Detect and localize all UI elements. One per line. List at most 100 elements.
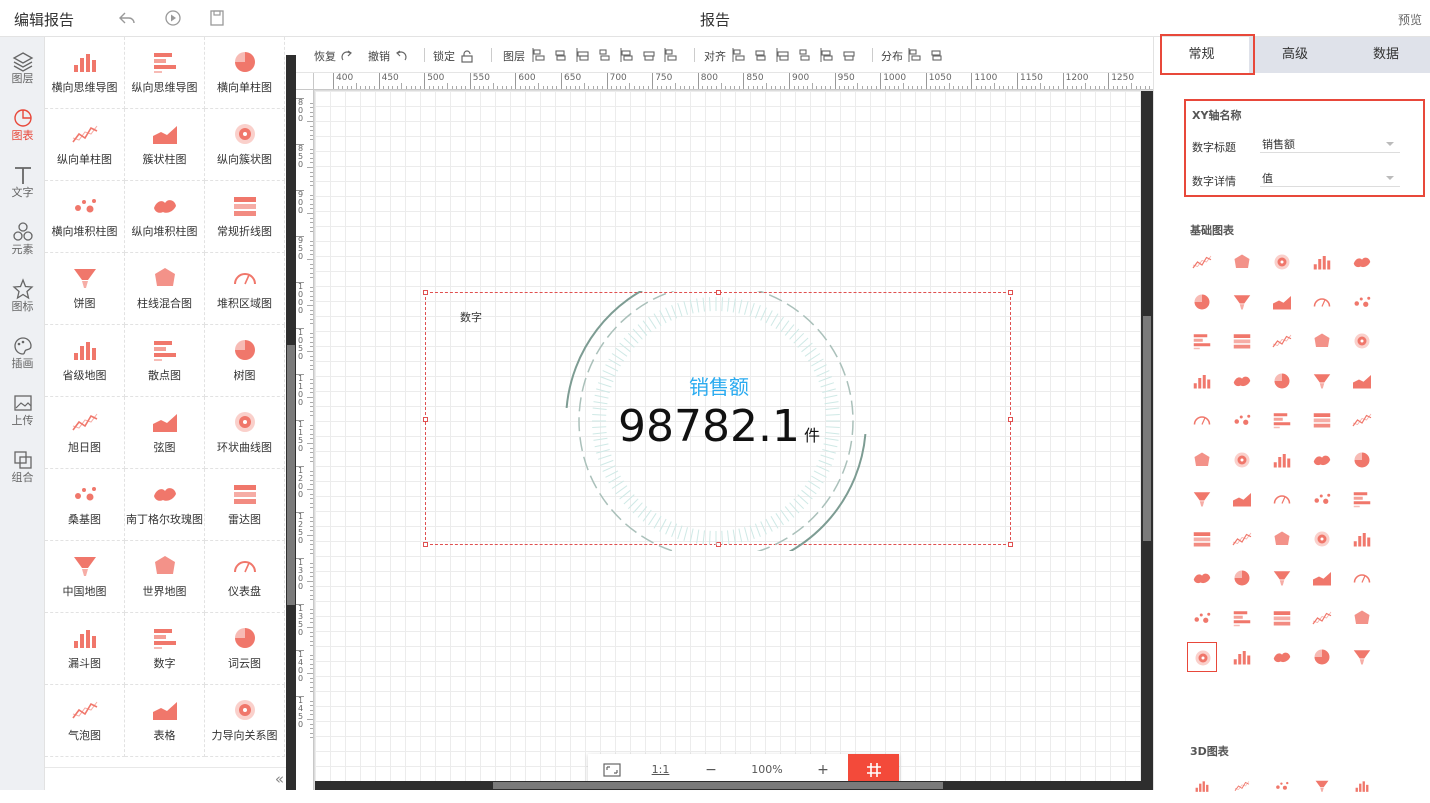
sidebar-item-7[interactable]: 上传 [0,387,45,437]
gallery-item[interactable]: 常规折线图 [205,181,285,253]
chart-type-icon[interactable] [1227,247,1257,277]
design-canvas[interactable]: 数字 销售额 98782.1 件 1:1 − 100% + [315,91,1141,786]
chart-type-icon[interactable] [1227,366,1257,396]
layer-tool-icon[interactable] [576,48,590,65]
chart-type-icon[interactable] [1187,247,1217,277]
chart-type-icon[interactable] [1347,287,1377,317]
selected-chart-type-icon[interactable] [1187,642,1217,672]
chart-type-icon[interactable] [1307,603,1337,633]
distribute-tool-icon[interactable] [908,48,922,65]
gallery-item[interactable]: 雷达图 [205,469,285,541]
chart-type-icon[interactable] [1267,563,1297,593]
chart-type-icon[interactable] [1187,603,1217,633]
sidebar-item-3[interactable]: 文字 [0,159,45,209]
chart-type-icon[interactable] [1227,484,1257,514]
resize-handle[interactable] [423,290,428,295]
gallery-item[interactable]: 数字 [125,613,205,685]
chart-type-icon[interactable] [1267,287,1297,317]
chart-type-icon[interactable] [1187,326,1217,356]
collapse-icon[interactable]: « [275,770,284,788]
restore-button[interactable]: 恢复 [314,48,354,64]
resize-handle[interactable] [1008,542,1013,547]
resize-handle[interactable] [423,542,428,547]
chart-type-icon[interactable] [1307,563,1337,593]
align-tool-icon[interactable] [732,48,746,65]
chart-type-icon[interactable] [1347,247,1377,277]
undo-button[interactable]: 撤销 [368,48,408,64]
sidebar-item-1[interactable]: 图层 [0,45,45,95]
chart-type-icon[interactable] [1307,287,1337,317]
align-tool-icon[interactable] [776,48,790,65]
chart-type-icon[interactable] [1227,326,1257,356]
chart-type-icon[interactable] [1227,642,1257,672]
gallery-item[interactable]: 横向思维导图 [45,37,125,109]
chart-type-icon[interactable] [1187,366,1217,396]
gallery-item[interactable]: 饼图 [45,253,125,325]
gallery-item[interactable]: 树图 [205,325,285,397]
play-icon[interactable] [164,9,182,27]
chart-type-icon[interactable] [1187,445,1217,475]
sidebar-item-6[interactable]: 插画 [0,330,45,380]
chart-type-icon[interactable] [1267,484,1297,514]
3d-chart-type-icon[interactable] [1307,773,1337,803]
sidebar-item-5[interactable]: 图标 [0,273,45,323]
chart-type-icon[interactable] [1187,287,1217,317]
layer-tool-icon[interactable] [620,48,634,65]
3d-chart-type-icon[interactable] [1227,773,1257,803]
gallery-item[interactable]: 中国地图 [45,541,125,613]
chart-type-icon[interactable] [1307,366,1337,396]
3d-chart-type-icon[interactable] [1267,773,1297,803]
layer-tool-icon[interactable] [554,48,568,65]
chart-type-icon[interactable] [1347,405,1377,435]
chart-type-icon[interactable] [1267,524,1297,554]
chart-type-icon[interactable] [1227,405,1257,435]
preview-button[interactable]: 预览 [1398,11,1422,28]
canvas-hscroll-thumb[interactable] [493,782,943,789]
chart-type-icon[interactable] [1347,484,1377,514]
chart-type-icon[interactable] [1187,484,1217,514]
number-title-select[interactable]: 销售额 [1260,136,1400,153]
chart-type-icon[interactable] [1187,563,1217,593]
gallery-item[interactable]: 弦图 [125,397,205,469]
chart-type-icon[interactable] [1267,445,1297,475]
distribute-tool-icon[interactable] [930,48,944,65]
gallery-item[interactable]: 横向单柱图 [205,37,285,109]
tab-advanced[interactable]: 高级 [1249,37,1341,73]
canvas-vertical-scrollbar[interactable] [1141,91,1153,790]
gallery-item[interactable]: 漏斗图 [45,613,125,685]
chart-type-icon[interactable] [1227,563,1257,593]
canvas-vscroll-thumb[interactable] [1143,316,1151,541]
number-widget[interactable]: 数字 销售额 98782.1 件 [423,290,1013,551]
sidebar-item-4[interactable]: 元素 [0,216,45,266]
tab-data[interactable]: 数据 [1341,37,1430,73]
chart-type-icon[interactable] [1267,603,1297,633]
align-tool-icon[interactable] [842,48,856,65]
chart-type-icon[interactable] [1347,642,1377,672]
3d-chart-type-icon[interactable] [1187,773,1217,803]
chart-type-icon[interactable] [1227,445,1257,475]
chart-type-icon[interactable] [1267,366,1297,396]
gallery-item[interactable]: 气泡图 [45,685,125,757]
gallery-scrollbar[interactable] [286,55,296,790]
gallery-item[interactable]: 仪表盘 [205,541,285,613]
3d-chart-type-icon[interactable] [1347,773,1377,803]
chart-type-icon[interactable] [1347,326,1377,356]
chart-type-icon[interactable] [1227,603,1257,633]
save-icon[interactable] [208,9,226,27]
chart-type-icon[interactable] [1267,247,1297,277]
chart-type-icon[interactable] [1307,445,1337,475]
gallery-item[interactable]: 表格 [125,685,205,757]
gallery-item[interactable]: 桑基图 [45,469,125,541]
align-tool-icon[interactable] [754,48,768,65]
layer-tool-icon[interactable] [664,48,678,65]
chart-type-icon[interactable] [1227,524,1257,554]
gallery-scroll-thumb[interactable] [287,345,295,605]
chart-type-icon[interactable] [1347,366,1377,396]
chart-type-icon[interactable] [1307,484,1337,514]
sidebar-item-2[interactable]: 图表 [0,102,45,152]
number-detail-select[interactable]: 值 [1260,170,1400,187]
gallery-item[interactable]: 纵向簇状图 [205,109,285,181]
gallery-item[interactable]: 堆积区域图 [205,253,285,325]
sidebar-item-8[interactable]: 组合 [0,444,45,494]
chart-type-icon[interactable] [1187,524,1217,554]
